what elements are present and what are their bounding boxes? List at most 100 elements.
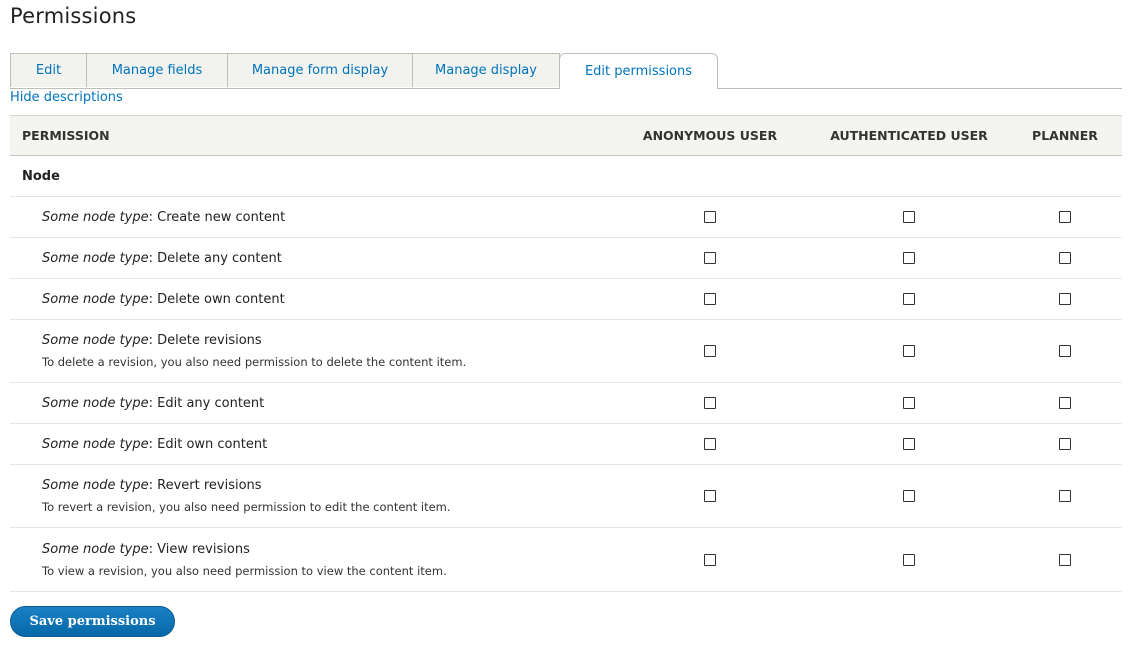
checkbox-cell-authenticated bbox=[810, 527, 1008, 592]
node-type-label: Some node type bbox=[42, 395, 149, 411]
checkbox-authenticated[interactable] bbox=[903, 345, 915, 357]
checkbox-planner[interactable] bbox=[1059, 345, 1071, 357]
permission-cell: Some node type: Revert revisions To rever… bbox=[10, 464, 610, 528]
checkbox-planner[interactable] bbox=[1059, 438, 1071, 450]
permission-title: Some node type: Revert revisions bbox=[42, 478, 262, 493]
checkbox-anonymous[interactable] bbox=[704, 490, 716, 502]
header-permission: PERMISSION bbox=[10, 115, 610, 156]
checkbox-cell-anonymous bbox=[610, 278, 810, 320]
node-type-label: Some node type bbox=[42, 541, 149, 557]
checkbox-cell-planner bbox=[1008, 278, 1122, 320]
permission-title: Some node type: Delete any content bbox=[42, 251, 282, 266]
permission-label: Delete own content bbox=[157, 291, 285, 307]
checkbox-cell-authenticated bbox=[810, 464, 1008, 528]
header-authenticated-user: AUTHENTICATED USER bbox=[810, 115, 1008, 156]
permission-label: View revisions bbox=[157, 541, 250, 557]
permission-cell: Some node type: Delete any content bbox=[10, 237, 610, 279]
checkbox-anonymous[interactable] bbox=[704, 438, 716, 450]
permissions-table: PERMISSION ANONYMOUS USER AUTHENTICATED … bbox=[10, 115, 1122, 592]
checkbox-cell-anonymous bbox=[610, 196, 810, 238]
checkbox-authenticated[interactable] bbox=[903, 553, 915, 566]
checkbox-planner[interactable] bbox=[1059, 252, 1071, 264]
tabs-bar: Edit Manage fields Manage form display M… bbox=[10, 53, 1122, 89]
permission-title: Some node type: Edit any content bbox=[42, 396, 264, 411]
permission-title: Some node type: Delete revisions bbox=[42, 333, 262, 348]
checkbox-planner[interactable] bbox=[1059, 397, 1071, 409]
tab-manage-fields[interactable]: Manage fields bbox=[86, 53, 228, 87]
permission-cell: Some node type: Delete revisions To delet… bbox=[10, 319, 610, 383]
checkbox-authenticated[interactable] bbox=[903, 490, 915, 502]
checkbox-anonymous[interactable] bbox=[704, 293, 716, 305]
checkbox-cell-authenticated bbox=[810, 319, 1008, 383]
permission-title: Some node type: Create new content bbox=[42, 210, 285, 225]
permission-cell: Some node type: View revisions To view a … bbox=[10, 527, 610, 592]
checkbox-cell-authenticated bbox=[810, 382, 1008, 424]
checkbox-cell-anonymous bbox=[610, 464, 810, 528]
table-header-row: PERMISSION ANONYMOUS USER AUTHENTICATED … bbox=[10, 115, 1122, 156]
separator: : bbox=[148, 333, 158, 348]
checkbox-authenticated[interactable] bbox=[903, 211, 915, 223]
checkbox-authenticated[interactable] bbox=[903, 252, 915, 264]
separator: : bbox=[148, 395, 158, 411]
table-row: Some node type: Create new content bbox=[10, 196, 1122, 238]
checkbox-cell-planner bbox=[1008, 319, 1122, 383]
checkbox-cell-authenticated bbox=[810, 196, 1008, 238]
tab-manage-form-display[interactable]: Manage form display bbox=[227, 53, 413, 87]
permission-cell: Some node type: Delete own content bbox=[10, 278, 610, 320]
table-row: Some node type: Edit any content bbox=[10, 382, 1122, 424]
node-type-label: Some node type bbox=[42, 478, 149, 493]
permission-cell: Some node type: Edit own content bbox=[10, 423, 610, 465]
checkbox-cell-authenticated bbox=[810, 278, 1008, 320]
node-type-label: Some node type bbox=[42, 333, 149, 348]
checkbox-anonymous[interactable] bbox=[704, 211, 716, 223]
checkbox-cell-anonymous bbox=[610, 382, 810, 424]
checkbox-cell-anonymous bbox=[610, 237, 810, 279]
table-row: Some node type: View revisions To view a … bbox=[10, 527, 1122, 592]
hide-descriptions-link[interactable]: Hide descriptions bbox=[10, 90, 123, 105]
table-row: Some node type: Edit own content bbox=[10, 423, 1122, 465]
checkbox-anonymous[interactable] bbox=[704, 252, 716, 264]
checkbox-planner[interactable] bbox=[1059, 490, 1071, 502]
separator: : bbox=[148, 250, 158, 266]
checkbox-anonymous[interactable] bbox=[704, 345, 716, 357]
checkbox-cell-planner bbox=[1008, 382, 1122, 424]
permission-label: Delete any content bbox=[157, 250, 282, 266]
checkbox-authenticated[interactable] bbox=[903, 438, 915, 450]
page-title: Permissions bbox=[10, 4, 137, 28]
node-type-label: Some node type bbox=[42, 209, 149, 225]
permission-label: Edit any content bbox=[157, 395, 265, 411]
checkbox-cell-planner bbox=[1008, 423, 1122, 465]
checkbox-cell-authenticated bbox=[810, 423, 1008, 465]
checkbox-authenticated[interactable] bbox=[903, 293, 915, 305]
table-row: Some node type: Delete any content bbox=[10, 237, 1122, 279]
checkbox-cell-anonymous bbox=[610, 527, 810, 592]
permission-cell: Some node type: Create new content bbox=[10, 196, 610, 238]
module-name: Node bbox=[10, 155, 1122, 197]
checkbox-authenticated[interactable] bbox=[903, 397, 915, 409]
node-type-label: Some node type bbox=[42, 250, 149, 266]
checkbox-anonymous[interactable] bbox=[704, 397, 716, 409]
node-type-label: Some node type bbox=[42, 291, 149, 307]
permission-cell: Some node type: Edit any content bbox=[10, 382, 610, 424]
checkbox-planner[interactable] bbox=[1059, 553, 1071, 566]
tab-edit[interactable]: Edit bbox=[10, 53, 87, 87]
save-permissions-button[interactable]: Save permissions bbox=[10, 606, 175, 637]
checkbox-cell-anonymous bbox=[610, 319, 810, 383]
tab-manage-display[interactable]: Manage display bbox=[412, 53, 560, 87]
checkbox-planner[interactable] bbox=[1059, 293, 1071, 305]
table-row: Some node type: Delete revisions To delet… bbox=[10, 319, 1122, 383]
header-anonymous-user: ANONYMOUS USER bbox=[610, 115, 810, 156]
separator: : bbox=[148, 478, 158, 493]
separator: : bbox=[148, 209, 158, 225]
checkbox-cell-anonymous bbox=[610, 423, 810, 465]
checkbox-planner[interactable] bbox=[1059, 211, 1071, 223]
table-row: Some node type: Delete own content bbox=[10, 278, 1122, 320]
permission-description: To revert a revision, you also need perm… bbox=[42, 500, 451, 514]
separator: : bbox=[148, 291, 158, 307]
checkbox-cell-authenticated bbox=[810, 237, 1008, 279]
permission-title: Some node type: View revisions bbox=[42, 542, 250, 557]
separator: : bbox=[148, 541, 158, 557]
checkbox-anonymous[interactable] bbox=[704, 553, 716, 566]
permission-title: Some node type: Edit own content bbox=[42, 437, 267, 452]
tab-edit-permissions[interactable]: Edit permissions bbox=[559, 53, 718, 89]
